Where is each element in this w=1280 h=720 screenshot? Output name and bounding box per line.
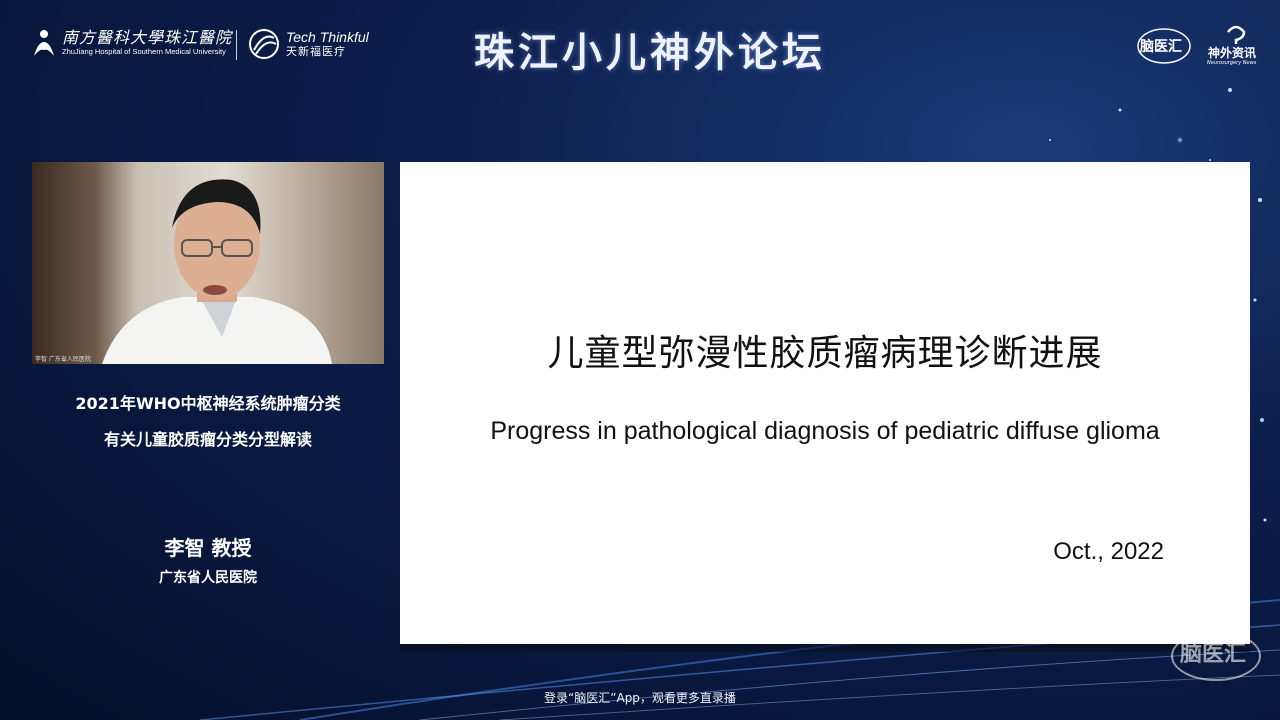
forum-title: 珠江小儿神外论坛 bbox=[474, 30, 826, 76]
speaker-video[interactable]: 李智 广东省人民医院 bbox=[32, 162, 384, 364]
logo-divider bbox=[236, 30, 237, 60]
sponsor-name-cn: 天新福医疗 bbox=[286, 45, 346, 58]
sponsor-name-en: Tech Thinkful bbox=[286, 29, 369, 45]
hospital-name-cn: 南方醫科大學珠江醫院 bbox=[62, 28, 233, 47]
hospital-name-en: ZhuJiang Hospital of Southern Medical Un… bbox=[62, 47, 226, 56]
watermark-logo: 脑医汇 bbox=[1168, 628, 1264, 684]
slide-shadow bbox=[400, 644, 1250, 652]
sponsor-logo: Tech Thinkful 天新福医疗 bbox=[248, 28, 369, 60]
brand-logo-naoyihui: 脑医汇 bbox=[1136, 26, 1192, 66]
brand2-sub: Neurosurgery News bbox=[1207, 60, 1257, 66]
swirl-icon bbox=[249, 29, 279, 59]
hospital-logo: 南方醫科大學珠江醫院 ZhuJiang Hospital of Southern… bbox=[32, 28, 232, 58]
slide-date: Oct., 2022 bbox=[1053, 538, 1164, 565]
question-mark-icon bbox=[1227, 25, 1246, 44]
presentation-slide[interactable]: 儿童型弥漫性胶质瘤病理诊断进展 Progress in pathological… bbox=[400, 162, 1250, 644]
footer-promo-text: 登录“脑医汇”App，观看更多直录播 bbox=[544, 691, 736, 705]
video-caption: 李智 广东省人民医院 bbox=[35, 356, 91, 363]
brand-logo-shenwai: 神外资讯 Neurosurgery News bbox=[1206, 24, 1266, 68]
talk-title-line1: 2021年WHO中枢神经系统肿瘤分类 bbox=[75, 394, 341, 413]
speaker-hospital: 广东省人民医院 bbox=[159, 570, 257, 586]
speaker-figure bbox=[102, 179, 332, 364]
hospital-emblem-icon bbox=[34, 30, 54, 56]
slide-title-en: Progress in pathological diagnosis of pe… bbox=[490, 417, 1160, 445]
slide-title-cn: 儿童型弥漫性胶质瘤病理诊断进展 bbox=[547, 333, 1103, 374]
talk-title-line2: 有关儿童胶质瘤分类分型解读 bbox=[103, 430, 312, 449]
brand2-label: 神外资讯 bbox=[1208, 46, 1257, 60]
brand1-label: 脑医汇 bbox=[1140, 39, 1182, 55]
watermark-label: 脑医汇 bbox=[1180, 642, 1247, 667]
speaker-name: 李智 教授 bbox=[164, 536, 252, 560]
header: 南方醫科大學珠江醫院 ZhuJiang Hospital of Southern… bbox=[0, 0, 1280, 95]
